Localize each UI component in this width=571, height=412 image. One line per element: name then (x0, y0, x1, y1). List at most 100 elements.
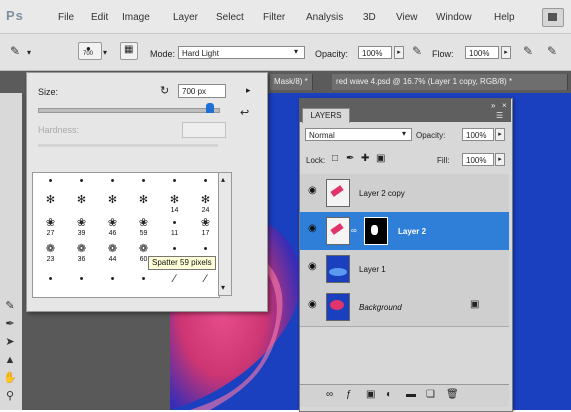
brush-preset[interactable]: ✻ (97, 194, 128, 216)
lock-pixels-icon[interactable]: ✒ (346, 153, 354, 164)
airbrush-icon[interactable]: ✎ (523, 44, 533, 58)
menu-file[interactable]: File (58, 12, 74, 23)
visibility-eye-icon[interactable]: ◉ (308, 186, 320, 196)
opacity-field[interactable]: 100% (358, 46, 392, 59)
tool-preset-chevron-icon[interactable]: ▾ (27, 48, 31, 57)
brush-preset[interactable]: • (97, 273, 128, 295)
brush-preset-picker[interactable]: ● 700 (78, 42, 102, 60)
menu-filter[interactable]: Filter (263, 12, 285, 23)
fill-arrow-icon[interactable]: ▸ (495, 153, 505, 166)
type-tool-icon[interactable]: ✎ (3, 300, 17, 312)
picker-menu-arrow-icon[interactable]: ▸ (246, 85, 251, 96)
new-layer-icon[interactable]: ❏ (426, 389, 435, 400)
menu-view[interactable]: View (396, 12, 418, 23)
size-field[interactable]: 700 px (178, 84, 226, 98)
visibility-eye-icon[interactable]: ◉ (308, 224, 320, 234)
brush-preset[interactable]: ✻ (66, 194, 97, 216)
collapse-panel-icon[interactable]: » (491, 101, 495, 110)
menu-3d[interactable]: 3D (363, 12, 376, 23)
menu-image[interactable]: Image (122, 12, 150, 23)
brush-preset[interactable]: ✻ 24 (190, 194, 221, 216)
brush-picker-chevron-icon[interactable]: ▾ (103, 48, 107, 57)
tab-document-1[interactable]: Mask/8) * (270, 74, 313, 90)
layer-name[interactable]: Background (359, 303, 402, 312)
brush-preset[interactable]: ❁ 36 (66, 243, 97, 265)
new-group-icon[interactable]: ▬ (406, 389, 416, 400)
adjustment-layer-icon[interactable]: ◐ (386, 389, 392, 400)
layer-opacity-arrow-icon[interactable]: ▸ (495, 128, 505, 141)
fill-field[interactable]: 100% (462, 153, 494, 166)
brush-preset[interactable]: ∕ (159, 273, 190, 295)
brush-tip-icon: • (110, 273, 115, 285)
blend-mode-select[interactable]: Normal (305, 128, 412, 141)
menu-select[interactable]: Select (216, 12, 244, 23)
size-slider-thumb[interactable] (206, 103, 214, 113)
brush-preset[interactable]: ✻ 14 (159, 194, 190, 216)
brush-preset[interactable]: ❁ 44 (97, 243, 128, 265)
add-mask-icon[interactable]: ▣ (366, 389, 375, 400)
hand-tool-icon[interactable]: ✋ (3, 372, 17, 384)
brush-preset[interactable]: • (66, 273, 97, 295)
close-panel-icon[interactable]: × (502, 101, 507, 110)
brush-tip-icon: ❁ (76, 243, 87, 255)
layer-name[interactable]: Layer 2 copy (359, 189, 405, 198)
path-select-tool-icon[interactable]: ➤ (3, 336, 17, 348)
lock-all-icon[interactable]: ▣ (376, 153, 385, 164)
visibility-eye-icon[interactable]: ◉ (308, 300, 320, 310)
mode-chevron-icon[interactable]: ▾ (294, 47, 298, 56)
delete-layer-icon[interactable]: 🗑 (446, 389, 459, 400)
brush-preset[interactable]: ❀ 59 (128, 217, 159, 239)
pen-tool-icon[interactable]: ✒ (3, 318, 17, 330)
lock-position-icon[interactable]: ✚ (361, 153, 369, 164)
lock-transparency-icon[interactable]: □ (332, 153, 338, 164)
brush-preset[interactable]: ✻ (35, 194, 66, 216)
mask-link-icon[interactable]: ∞ (351, 226, 357, 235)
reset-size-icon[interactable]: ↻ (160, 84, 169, 97)
menu-layer[interactable]: Layer (173, 12, 198, 23)
brush-preset[interactable]: ✻ (128, 194, 159, 216)
menu-window[interactable]: Window (436, 12, 472, 23)
brush-tip-icon: ✻ (45, 194, 56, 206)
blend-mode-chevron-icon[interactable]: ▾ (402, 129, 406, 138)
scroll-down-icon[interactable]: ▾ (221, 283, 225, 292)
layer-name[interactable]: Layer 1 (359, 265, 386, 274)
brush-preset[interactable]: ❁ 23 (35, 243, 66, 265)
tablet-pressure-size-icon[interactable]: ✎ (547, 44, 557, 58)
tab-document-2[interactable]: red wave 4.psd @ 16.7% (Layer 1 copy, RG… (332, 74, 568, 90)
shape-tool-icon[interactable]: ▲ (3, 354, 17, 366)
brush-tool-icon[interactable]: ✎ (10, 44, 20, 58)
opacity-arrow-icon[interactable]: ▸ (394, 46, 404, 59)
layer-style-icon[interactable]: ƒ (346, 389, 352, 400)
link-layers-icon[interactable]: ∞ (326, 389, 333, 400)
brush-preset[interactable]: • 11 (159, 217, 190, 239)
layer-opacity-field[interactable]: 100% (462, 128, 494, 141)
brush-preset[interactable]: • (128, 273, 159, 295)
mode-select[interactable]: Hard Light (178, 46, 305, 59)
brush-panel-toggle-button[interactable]: ▦ (120, 42, 138, 60)
menu-help[interactable]: Help (494, 12, 515, 23)
brush-preset[interactable]: ∕ (190, 273, 221, 295)
brush-grid-scrollbar[interactable]: ▴ ▾ (218, 172, 232, 296)
brush-tip-icon: ❀ (76, 217, 87, 229)
tablet-pressure-opacity-icon[interactable]: ✎ (412, 44, 422, 58)
brush-preset[interactable]: ❀ 17 (190, 217, 221, 239)
visibility-eye-icon[interactable]: ◉ (308, 262, 320, 272)
scroll-up-icon[interactable]: ▴ (221, 175, 225, 184)
size-slider-track[interactable] (38, 108, 220, 113)
new-preset-icon[interactable]: ↩ (240, 106, 249, 119)
workspace-button[interactable] (542, 8, 564, 27)
flow-arrow-icon[interactable]: ▸ (501, 46, 511, 59)
brush-preset[interactable]: ❀ 39 (66, 217, 97, 239)
layer-name[interactable]: Layer 2 (398, 227, 426, 236)
brush-preset[interactable]: • (35, 273, 66, 295)
zoom-tool-icon[interactable]: ⚲ (3, 390, 17, 402)
menu-analysis[interactable]: Analysis (306, 12, 343, 23)
menu-edit[interactable]: Edit (91, 12, 108, 23)
panel-menu-icon[interactable]: ☰ (496, 111, 503, 120)
layer-mask-thumbnail[interactable] (364, 217, 388, 245)
tab-layers[interactable]: LAYERS (302, 108, 350, 123)
brush-preset[interactable]: ❀ 27 (35, 217, 66, 239)
flow-field[interactable]: 100% (465, 46, 499, 59)
brush-preset[interactable]: ❀ 46 (97, 217, 128, 239)
layer-opacity-label: Opacity: (416, 131, 446, 140)
